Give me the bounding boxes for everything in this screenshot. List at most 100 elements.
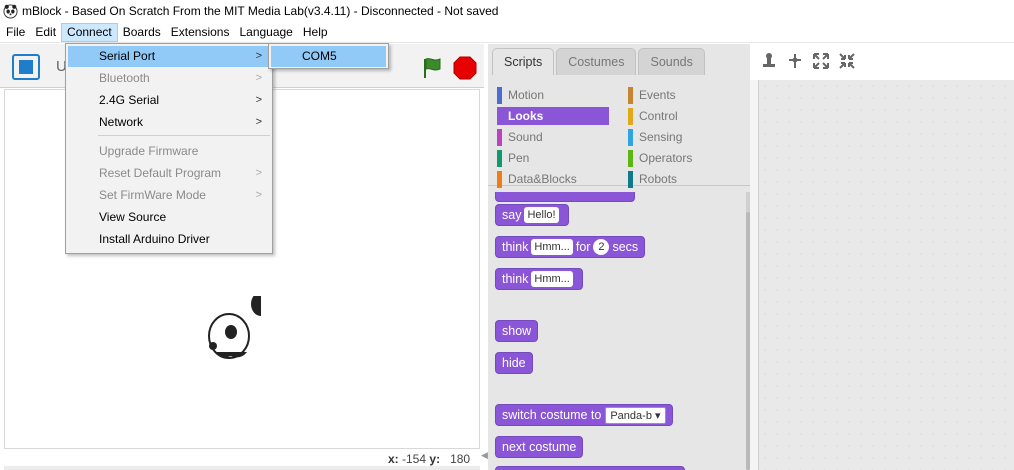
window-title: mBlock - Based On Scratch From the MIT M… xyxy=(22,4,499,18)
shrink-icon[interactable] xyxy=(838,52,856,70)
block-categories: Motion Events Looks Control Sound Sensing Pen O… xyxy=(488,84,750,188)
chevron-right-icon: > xyxy=(255,94,262,106)
block-partial[interactable] xyxy=(495,192,635,202)
category-color-swatch xyxy=(628,107,633,125)
menu-boards[interactable]: Boards xyxy=(118,23,166,42)
menu-item-network[interactable]: Network > xyxy=(68,112,270,133)
category-sensing[interactable]: Sensing xyxy=(628,128,740,146)
menu-language[interactable]: Language xyxy=(234,23,297,42)
menu-item-set-firmware-mode: Set FirmWare Mode > xyxy=(68,185,270,206)
script-area xyxy=(750,44,1014,470)
block-next-costume-label: next costume xyxy=(502,440,577,454)
block-think-for-secs[interactable]: think Hmm... for 2 secs xyxy=(495,236,646,258)
category-label: Motion xyxy=(508,88,545,102)
menu-item-label: Reset Default Program xyxy=(99,166,222,180)
chevron-right-icon: > xyxy=(255,72,262,84)
category-sound[interactable]: Sound xyxy=(497,128,609,146)
script-canvas[interactable] xyxy=(758,80,1014,470)
block-secs-label: secs xyxy=(612,240,639,254)
grow-icon[interactable] xyxy=(812,52,830,70)
menu-item-upgrade-firmware: Upgrade Firmware xyxy=(68,141,270,162)
x-label: x: xyxy=(388,452,399,466)
cut-icon[interactable] xyxy=(786,52,804,70)
category-looks[interactable]: Looks xyxy=(497,107,609,125)
costume-dropdown[interactable]: Panda-b ▾ xyxy=(605,406,666,424)
block-switch-costume[interactable]: switch costume to Panda-b ▾ xyxy=(495,404,673,426)
category-label: Events xyxy=(639,88,676,102)
category-label: Sensing xyxy=(639,130,683,144)
category-color-swatch xyxy=(497,128,502,146)
category-robots[interactable]: Robots xyxy=(628,170,740,188)
menu-item-view-source[interactable]: View Source xyxy=(68,207,270,228)
tab-scripts[interactable]: Scripts xyxy=(492,48,555,75)
block-think-label: think xyxy=(502,240,529,254)
mouse-coordinates: x: -154 y: 180 xyxy=(388,452,470,466)
menu-item-label: Bluetooth xyxy=(99,71,150,85)
category-label: Operators xyxy=(639,151,693,165)
block-say-label: say xyxy=(502,208,522,222)
block-partial-bottom[interactable] xyxy=(495,466,685,470)
x-value: -154 xyxy=(402,452,427,466)
chevron-right-icon: > xyxy=(255,167,262,179)
block-say-input[interactable]: Hello! xyxy=(524,207,559,223)
category-label: Looks xyxy=(508,109,544,123)
costume-dropdown-value: Panda-b xyxy=(610,409,652,422)
block-say[interactable]: say Hello! xyxy=(495,204,569,226)
category-color-swatch xyxy=(497,86,502,104)
menu-item-serial-port[interactable]: Serial Port > xyxy=(68,46,270,67)
menu-item-label: Upgrade Firmware xyxy=(99,144,199,158)
title-bar: mBlock - Based On Scratch From the MIT M… xyxy=(0,0,1014,22)
stamp-icon[interactable] xyxy=(760,52,778,70)
tab-costumes[interactable]: Costumes xyxy=(556,48,637,75)
category-control[interactable]: Control xyxy=(628,107,740,125)
category-motion[interactable]: Motion xyxy=(497,86,609,104)
category-operators[interactable]: Operators xyxy=(628,149,740,167)
block-secs-input[interactable]: 2 xyxy=(593,239,610,255)
menu-item-label: Install Arduino Driver xyxy=(99,232,210,246)
menu-item-bluetooth: Bluetooth > xyxy=(68,68,270,89)
panda-app-icon xyxy=(3,3,18,19)
block-hide[interactable]: hide xyxy=(495,352,533,374)
menu-file[interactable]: File xyxy=(1,23,30,42)
panda-sprite[interactable] xyxy=(201,296,261,360)
menu-item-com5[interactable]: COM5 xyxy=(271,46,386,67)
category-color-swatch xyxy=(628,170,633,188)
menu-item-label: Serial Port xyxy=(99,49,156,63)
menu-item-label: Set FirmWare Mode xyxy=(99,188,206,202)
menu-extensions[interactable]: Extensions xyxy=(166,23,235,42)
block-think-label: think xyxy=(502,272,529,286)
category-color-swatch xyxy=(497,149,502,167)
y-value: 180 xyxy=(450,452,471,466)
menu-item-reset-default-program: Reset Default Program > xyxy=(68,163,270,184)
block-think-input[interactable]: Hmm... xyxy=(531,271,573,287)
stop-icon[interactable] xyxy=(453,56,477,80)
block-next-costume[interactable]: next costume xyxy=(495,436,584,458)
category-pen[interactable]: Pen xyxy=(497,149,609,167)
menu-item-2-4g-serial[interactable]: 2.4G Serial > xyxy=(68,90,270,111)
presentation-mode-button[interactable] xyxy=(12,54,40,80)
block-show[interactable]: show xyxy=(495,320,539,342)
chevron-right-icon: > xyxy=(255,50,262,62)
category-color-swatch xyxy=(628,86,633,104)
sprite-pane-edge xyxy=(4,466,480,470)
menu-connect[interactable]: Connect xyxy=(61,22,118,42)
block-think[interactable]: think Hmm... xyxy=(495,268,583,290)
block-list: say Hello! think Hmm... for 2 secs think… xyxy=(488,192,746,470)
tab-sounds[interactable]: Sounds xyxy=(638,48,705,75)
menu-separator xyxy=(98,135,270,136)
block-switch-costume-label: switch costume to xyxy=(502,408,602,422)
category-events[interactable]: Events xyxy=(628,86,740,104)
menu-help[interactable]: Help xyxy=(298,23,333,42)
category-label: Control xyxy=(639,109,678,123)
menu-item-install-arduino-driver[interactable]: Install Arduino Driver xyxy=(68,229,270,250)
chevron-right-icon: > xyxy=(255,116,262,128)
dropdown-arrow-icon: ▾ xyxy=(655,409,661,422)
serial-port-submenu: COM5 xyxy=(268,43,389,69)
block-think-input[interactable]: Hmm... xyxy=(531,239,573,255)
green-flag-icon[interactable] xyxy=(420,56,444,80)
category-data-blocks[interactable]: Data&Blocks xyxy=(497,170,609,188)
menu-edit[interactable]: Edit xyxy=(30,23,61,42)
menu-bar: File Edit Connect Boards Extensions Lang… xyxy=(0,22,1014,43)
menu-item-label: 2.4G Serial xyxy=(99,93,160,107)
blocks-palette: Scripts Costumes Sounds Motion Events Look… xyxy=(488,44,750,470)
